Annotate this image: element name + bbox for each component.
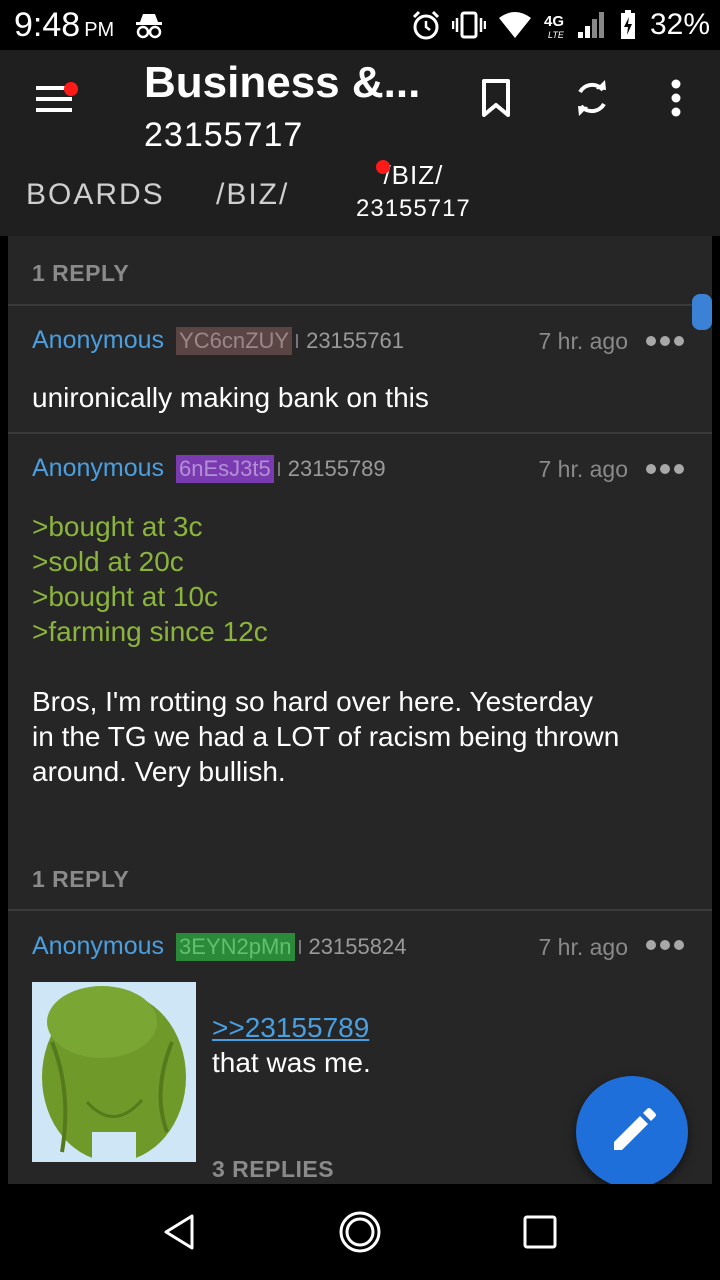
menu-button[interactable]: [36, 82, 78, 116]
poster-name[interactable]: Anonymous: [32, 932, 164, 961]
vibrate-icon: [451, 11, 486, 39]
app-bar: Business &... 23155717: [0, 50, 720, 150]
svg-text:4G: 4G: [544, 13, 564, 30]
back-icon[interactable]: [158, 1210, 202, 1254]
battery-icon: [620, 10, 635, 39]
recents-icon[interactable]: [518, 1210, 562, 1254]
poster-id[interactable]: 3EYN2pMn: [176, 932, 295, 961]
refresh-icon[interactable]: [570, 76, 614, 120]
status-bar: 9:48 PM 4G LTE 32%: [0, 0, 720, 50]
bookmark-icon[interactable]: [474, 76, 518, 120]
body-line: in the TG we had a LOT of racism being t…: [32, 721, 620, 752]
post-more-icon[interactable]: [646, 940, 686, 950]
thread-content[interactable]: 1 REPLY Anonymous YC6cnZUY 23155761 7 hr…: [8, 236, 712, 1184]
post-number[interactable]: 23155761: [306, 328, 404, 354]
home-icon[interactable]: [338, 1210, 382, 1254]
post-body: >>23155789 that was me.: [212, 1010, 371, 1080]
page-subtitle: 23155717: [144, 116, 304, 150]
poster-id[interactable]: 6nEsJ3t5: [176, 454, 274, 483]
poster-name[interactable]: Anonymous: [32, 326, 164, 355]
post-time: 7 hr. ago: [538, 328, 628, 354]
status-time: 9:48 PM: [14, 6, 115, 44]
tab-thread-number: 23155717: [356, 195, 471, 222]
greentext-line: >bought at 10c: [32, 581, 219, 612]
tab-boards[interactable]: BOARDS: [26, 178, 165, 212]
status-icons: 4G LTE 32%: [412, 6, 710, 44]
svg-text:LTE: LTE: [548, 30, 565, 40]
op-reply-count[interactable]: 1 REPLY: [32, 260, 129, 287]
poster-name[interactable]: Anonymous: [32, 454, 164, 483]
alarm-icon: [412, 10, 440, 40]
more-vert-icon[interactable]: [654, 76, 698, 120]
greentext-line: >bought at 3c: [32, 511, 203, 542]
frog-figure-image: [42, 986, 186, 1162]
tab-notification-dot: [376, 160, 390, 174]
divider: [8, 432, 712, 434]
poster-id[interactable]: YC6cnZUY: [176, 326, 293, 355]
page-title: Business &...: [144, 58, 421, 107]
reply-count[interactable]: 1 REPLY: [32, 866, 129, 893]
greentext-line: >farming since 12c: [32, 616, 268, 647]
reply-fab-button[interactable]: [576, 1076, 688, 1188]
post-time: 7 hr. ago: [538, 456, 628, 482]
tab-thread-board: /BIZ/: [383, 160, 444, 190]
system-nav-bar: [0, 1184, 720, 1280]
wifi-icon: [498, 12, 531, 38]
post-number[interactable]: 23155789: [288, 456, 386, 482]
body-line: Bros, I'm rotting so hard over here. Yes…: [32, 686, 593, 717]
incognito-icon: [136, 14, 162, 39]
edit-icon: [614, 1108, 656, 1150]
notification-dot: [64, 82, 78, 96]
post-time: 7 hr. ago: [538, 934, 628, 960]
post-thumbnail[interactable]: [32, 982, 196, 1162]
signal-4g-icon: 4G LTE: [544, 12, 604, 40]
tab-thread[interactable]: /BIZ/ 23155717: [356, 160, 471, 223]
post-number[interactable]: 23155824: [309, 934, 407, 960]
divider: [8, 304, 712, 306]
divider: [8, 909, 712, 911]
post-body: unironically making bank on this: [32, 382, 429, 413]
reply-count[interactable]: 3 REPLIES: [212, 1156, 334, 1183]
post-header: Anonymous YC6cnZUY 23155761: [32, 326, 404, 355]
tab-bar: BOARDS /BIZ/ /BIZ/ 23155717: [0, 150, 720, 236]
scrollbar-thumb[interactable]: [692, 294, 712, 330]
tab-board-biz[interactable]: /BIZ/: [216, 178, 289, 212]
quote-link[interactable]: >>23155789: [212, 1010, 371, 1045]
battery-percent: 32%: [649, 8, 710, 41]
post-more-icon[interactable]: [646, 464, 686, 474]
post-header: Anonymous 6nEsJ3t5 23155789: [32, 454, 386, 483]
post-header: Anonymous 3EYN2pMn 23155824: [32, 932, 406, 961]
body-line: that was me.: [212, 1047, 371, 1078]
greentext-line: >sold at 20c: [32, 546, 184, 577]
post-more-icon[interactable]: [646, 336, 686, 346]
post-body: >bought at 3c >sold at 20c >bought at 10…: [32, 509, 619, 789]
body-line: around. Very bullish.: [32, 756, 286, 787]
